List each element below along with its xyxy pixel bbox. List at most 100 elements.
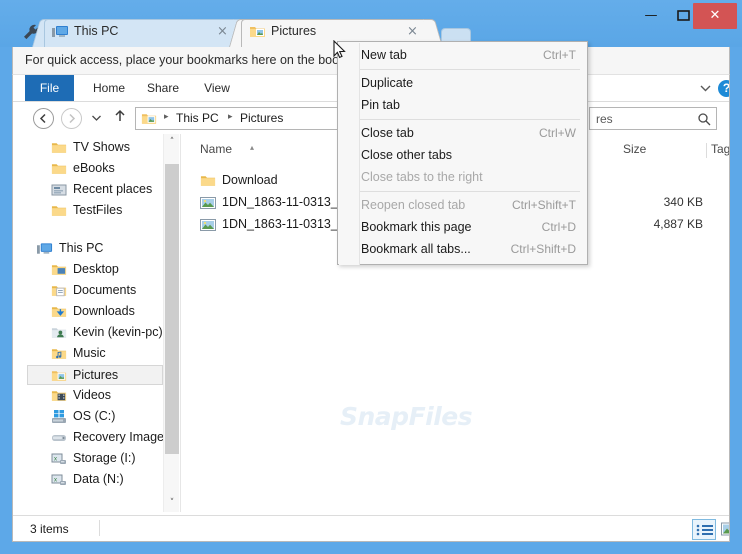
column-header-label: Size bbox=[623, 142, 647, 156]
sidebar-item-testfiles[interactable]: TestFiles bbox=[13, 201, 163, 221]
sidebar-item-label: Desktop bbox=[73, 262, 119, 276]
status-divider bbox=[99, 520, 100, 536]
bookmark-bar-hint: For quick access, place your bookmarks h… bbox=[25, 53, 363, 67]
ribbon-tab-home[interactable]: Home bbox=[85, 75, 133, 101]
navigation-pane-scrollbar[interactable]: ˄ ˅ bbox=[163, 134, 179, 512]
context-menu-item-pin-tab[interactable]: Pin tab bbox=[339, 95, 588, 117]
context-menu-item-close-tabs-to-the-right: Close tabs to the right bbox=[339, 167, 588, 189]
downloads-icon bbox=[51, 304, 67, 320]
sidebar-item-label: Data (N:) bbox=[73, 472, 124, 486]
folder-icon bbox=[51, 140, 67, 156]
file-size: 4,887 KB bbox=[653, 217, 703, 231]
search-placeholder: res bbox=[596, 112, 613, 126]
sidebar-item-kevin[interactable]: Kevin (kevin-pc) bbox=[13, 323, 163, 343]
ribbon-file-menu[interactable]: File bbox=[25, 75, 74, 101]
menu-item-label: Reopen closed tab bbox=[361, 198, 466, 212]
sidebar-item-os-c[interactable]: OS (C:) bbox=[13, 407, 163, 427]
tab-label: Pictures bbox=[271, 24, 317, 38]
tab-context-menu[interactable]: New tab Ctrl+T Duplicate Pin tab Close t… bbox=[337, 41, 588, 265]
close-button[interactable]: ✕ bbox=[693, 3, 737, 29]
sidebar-item-pictures[interactable]: Pictures bbox=[27, 365, 163, 385]
sidebar-item-label: TV Shows bbox=[73, 140, 130, 154]
sidebar-item-ebooks[interactable]: eBooks bbox=[13, 159, 163, 179]
forward-button[interactable] bbox=[61, 108, 82, 129]
file-size: 340 KB bbox=[663, 195, 703, 209]
item-count-label: 3 items bbox=[30, 522, 69, 536]
sidebar-item-label: Recent places bbox=[73, 182, 153, 196]
file-name: 1DN_1863-11-0313_... bbox=[222, 217, 349, 231]
mouse-cursor-icon bbox=[333, 39, 347, 60]
menu-item-label: Bookmark all tabs... bbox=[361, 242, 471, 256]
tab-close-icon[interactable]: × bbox=[215, 25, 230, 40]
tab-close-icon[interactable]: × bbox=[405, 25, 420, 40]
drive-icon bbox=[51, 430, 67, 446]
sidebar-item-label: Kevin (kevin-pc) bbox=[73, 325, 163, 339]
sidebar-item-data-n[interactable]: x Data (N:) bbox=[13, 470, 163, 490]
network-drive-icon: x bbox=[51, 472, 67, 488]
sidebar-item-label: Videos bbox=[73, 388, 111, 402]
status-bar: 3 items bbox=[13, 515, 729, 541]
column-header-tags[interactable]: Tags bbox=[711, 142, 729, 162]
videos-folder-icon bbox=[51, 388, 67, 404]
context-menu-item-new-tab[interactable]: New tab Ctrl+T bbox=[339, 45, 588, 67]
scroll-up-icon[interactable]: ˄ bbox=[164, 134, 180, 151]
menu-item-shortcut: Ctrl+T bbox=[543, 48, 576, 62]
pictures-folder-icon bbox=[249, 24, 266, 40]
column-header-label: Name bbox=[200, 142, 233, 156]
sidebar-item-desktop[interactable]: Desktop bbox=[13, 260, 163, 280]
recent-locations-icon[interactable] bbox=[89, 112, 103, 126]
recent-places-icon bbox=[51, 182, 67, 198]
scrollbar-thumb[interactable] bbox=[165, 164, 179, 454]
context-menu-item-close-tab[interactable]: Close tab Ctrl+W bbox=[339, 123, 588, 145]
context-menu-item-bookmark-this-page[interactable]: Bookmark this page Ctrl+D bbox=[339, 217, 588, 239]
sidebar-item-downloads[interactable]: Downloads bbox=[13, 302, 163, 322]
svg-text:x: x bbox=[54, 457, 57, 463]
file-name: Download bbox=[222, 173, 278, 187]
sidebar-item-label: OS (C:) bbox=[73, 409, 116, 423]
ribbon-tab-view[interactable]: View bbox=[195, 75, 239, 101]
up-button[interactable] bbox=[112, 109, 128, 127]
sidebar-item-label: Downloads bbox=[73, 304, 135, 318]
breadcrumb-this-pc[interactable]: This PC bbox=[176, 111, 219, 125]
search-input[interactable]: res bbox=[589, 107, 717, 130]
sidebar-item-recent-places[interactable]: Recent places bbox=[13, 180, 163, 200]
search-icon[interactable] bbox=[697, 112, 711, 126]
tab-this-pc[interactable]: This PC × bbox=[31, 19, 254, 47]
breadcrumb-pictures[interactable]: Pictures bbox=[240, 111, 283, 125]
pictures-folder-icon bbox=[51, 368, 67, 384]
sidebar-item-recovery-image[interactable]: Recovery Image bbox=[13, 428, 163, 448]
back-button[interactable] bbox=[33, 108, 54, 129]
large-icons-view-icon[interactable] bbox=[718, 519, 729, 540]
ribbon-tab-share[interactable]: Share bbox=[139, 75, 187, 101]
menu-item-shortcut: Ctrl+W bbox=[539, 126, 576, 140]
sidebar-item-documents[interactable]: Documents bbox=[13, 281, 163, 301]
sidebar-item-music[interactable]: Music bbox=[13, 344, 163, 364]
minimize-button[interactable]: — bbox=[635, 3, 667, 29]
desktop-folder-icon bbox=[51, 262, 67, 278]
sidebar-item-tv-shows[interactable]: TV Shows bbox=[13, 138, 163, 158]
menu-item-label: Close tabs to the right bbox=[361, 170, 483, 184]
scroll-down-icon[interactable]: ˅ bbox=[164, 495, 180, 512]
details-view-icon[interactable] bbox=[692, 519, 716, 540]
column-header-size[interactable]: Size bbox=[623, 142, 707, 162]
context-menu-item-bookmark-all-tabs[interactable]: Bookmark all tabs... Ctrl+Shift+D bbox=[339, 239, 588, 261]
menu-item-label: Duplicate bbox=[361, 76, 414, 90]
help-icon[interactable]: ? bbox=[718, 80, 729, 97]
navigation-pane[interactable]: TV Shows eBooks Recent places TestFiles … bbox=[13, 134, 163, 512]
menu-item-label: Close other tabs bbox=[361, 148, 453, 162]
sidebar-item-this-pc[interactable]: This PC bbox=[13, 239, 163, 259]
context-menu-item-close-other-tabs[interactable]: Close other tabs bbox=[339, 145, 588, 167]
folder-icon bbox=[51, 161, 67, 177]
svg-text:x: x bbox=[54, 478, 57, 484]
sidebar-item-storage-i[interactable]: x Storage (I:) bbox=[13, 449, 163, 469]
context-menu-item-reopen-closed-tab: Reopen closed tab Ctrl+Shift+T bbox=[339, 195, 588, 217]
os-drive-icon bbox=[51, 409, 67, 425]
menu-item-shortcut: Ctrl+Shift+D bbox=[510, 242, 576, 256]
chevron-down-icon[interactable] bbox=[697, 81, 713, 97]
sidebar-item-videos[interactable]: Videos bbox=[13, 386, 163, 406]
this-pc-icon bbox=[37, 241, 53, 257]
image-file-icon bbox=[200, 195, 216, 211]
context-menu-item-duplicate[interactable]: Duplicate bbox=[339, 73, 588, 95]
sort-ascending-icon: ▴ bbox=[250, 143, 255, 152]
sidebar-item-label: eBooks bbox=[73, 161, 115, 175]
